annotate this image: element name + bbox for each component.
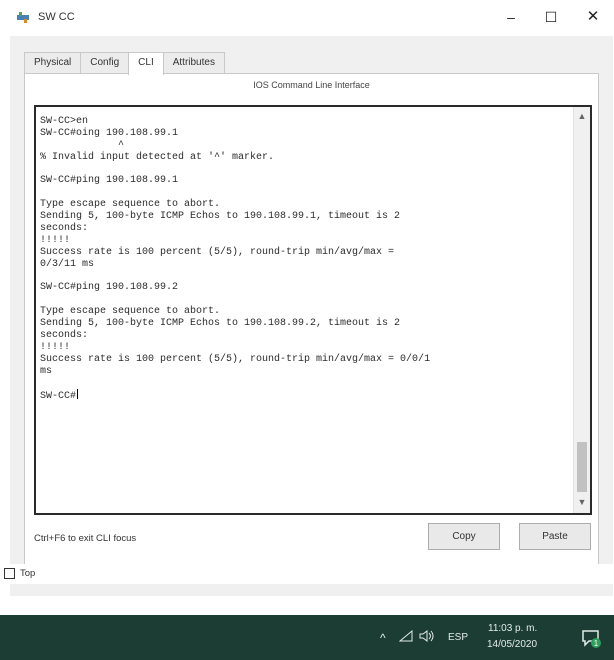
terminal-line: Success rate is 100 percent (5/5), round… <box>40 246 395 258</box>
scroll-up-icon[interactable]: ▲ <box>574 111 590 125</box>
copy-button[interactable]: Copy <box>428 523 500 550</box>
terminal-line: 0/3/11 ms <box>40 258 95 270</box>
svg-text:1: 1 <box>594 639 599 648</box>
maximize-button[interactable]: ☐ <box>534 4 568 30</box>
terminal-line: Success rate is 100 percent (5/5), round… <box>40 353 431 365</box>
terminal-line: Type escape sequence to abort. <box>40 199 221 211</box>
terminal-line: Sending 5, 100-byte ICMP Echos to 190.10… <box>40 318 401 330</box>
text-cursor <box>77 389 79 400</box>
cisco-switch-icon <box>17 12 29 23</box>
tab-physical[interactable]: Physical <box>24 52 82 74</box>
terminal-line: ms <box>40 365 53 377</box>
show-hidden-icons-chevron-icon[interactable]: ^ <box>380 631 386 645</box>
terminal-scrollbar[interactable]: ▲ ▼ <box>573 107 590 513</box>
window-client-area: Physical Config CLI Attributes IOS Comma… <box>10 36 613 596</box>
top-checkbox[interactable] <box>4 568 15 579</box>
terminal-line: !!!!! <box>40 341 71 353</box>
top-option-row: Top <box>0 564 614 584</box>
terminal-line: !!!!! <box>40 234 71 246</box>
tab-attributes[interactable]: Attributes <box>162 52 225 74</box>
tab-bar: Physical Config CLI Attributes <box>24 52 225 75</box>
clock-time[interactable]: 11:03 p. m. <box>488 623 537 634</box>
cli-panel: IOS Command Line Interface SW-CC>en SW-CC… <box>24 73 599 578</box>
volume-icon[interactable] <box>419 630 435 642</box>
window-title: SW CC <box>38 11 75 23</box>
terminal-line: seconds: <box>40 330 89 342</box>
taskbar: ^ ESP 11:03 p. m. 14/05/2020 1 <box>0 615 614 660</box>
scroll-thumb[interactable] <box>577 442 587 492</box>
tab-config[interactable]: Config <box>80 52 130 74</box>
input-language[interactable]: ESP <box>448 632 468 643</box>
terminal-line: ^ <box>40 139 125 151</box>
terminal-line: seconds: <box>40 223 89 235</box>
terminal-line: SW-CC#ping 190.108.99.2 <box>40 282 179 294</box>
terminal-line: % Invalid input detected at '^' marker. <box>40 151 275 163</box>
cli-focus-hint: Ctrl+F6 to exit CLI focus <box>34 533 137 544</box>
title-bar: SW CC – ☐ ✕ <box>0 0 614 36</box>
terminal-line: Type escape sequence to abort. <box>40 306 221 318</box>
close-button[interactable]: ✕ <box>576 4 610 30</box>
minimize-button[interactable]: – <box>494 4 528 30</box>
tab-cli[interactable]: CLI <box>128 52 164 75</box>
terminal-output: SW-CC>en SW-CC#oing 190.108.99.1 ^% Inval… <box>40 116 431 403</box>
network-icon[interactable] <box>399 630 413 642</box>
paste-button[interactable]: Paste <box>519 523 591 550</box>
terminal-line: SW-CC#oing 190.108.99.1 <box>40 127 179 139</box>
terminal-line: SW-CC#ping 190.108.99.1 <box>40 175 179 187</box>
cli-terminal[interactable]: SW-CC>en SW-CC#oing 190.108.99.1 ^% Inval… <box>34 105 592 515</box>
top-checkbox-label: Top <box>20 568 36 579</box>
panel-title: IOS Command Line Interface <box>253 80 370 90</box>
terminal-line: SW-CC>en <box>40 116 89 127</box>
terminal-line: Sending 5, 100-byte ICMP Echos to 190.10… <box>40 211 401 223</box>
clock-date[interactable]: 14/05/2020 <box>487 639 537 650</box>
scroll-down-icon[interactable]: ▼ <box>574 497 590 511</box>
notification-center-icon[interactable]: 1 <box>580 627 602 649</box>
terminal-line: SW-CC# <box>40 389 79 403</box>
